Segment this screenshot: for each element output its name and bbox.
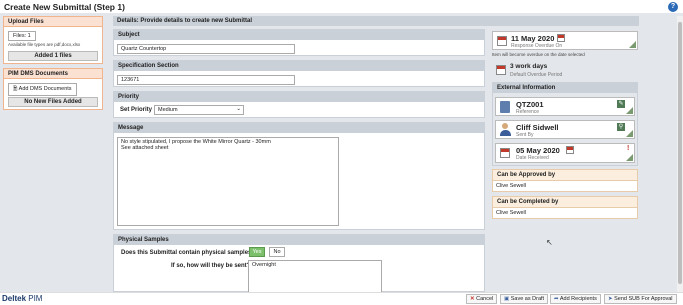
how-sent-textarea[interactable]: Overnight bbox=[248, 260, 382, 293]
date-received-card: 05 May 2020 Date Received ! bbox=[495, 143, 635, 163]
reference-icon bbox=[500, 101, 510, 113]
priority-value: Medium bbox=[158, 107, 178, 113]
chevron-down-icon: ⌄ bbox=[236, 106, 241, 112]
warning-icon: ! bbox=[627, 145, 630, 152]
completed-by-panel: Can be Completed by Clive Sewell bbox=[492, 196, 638, 219]
specification-section: Specification Section 123671 bbox=[113, 60, 485, 87]
no-new-files-button[interactable]: No New Files Added bbox=[8, 97, 98, 107]
date-received-label: Date Received bbox=[516, 155, 549, 161]
how-sent-label: If so, how will they be sent? bbox=[171, 263, 251, 269]
date-picker-icon[interactable] bbox=[557, 34, 565, 42]
search-icon[interactable]: ⚲ bbox=[617, 123, 625, 131]
physical-samples-label: Physical Samples bbox=[114, 235, 484, 245]
message-textarea[interactable]: No style stipulated, I propose the White… bbox=[117, 137, 339, 226]
message-section: Message No style stipulated, I propose t… bbox=[113, 122, 485, 230]
reference-card: QTZ001 Reference ✎ bbox=[495, 97, 635, 116]
overdue-period-value: 3 work days bbox=[510, 63, 548, 70]
subject-input[interactable]: Quartz Countertop bbox=[117, 44, 295, 54]
window-title: Create New Submittal (Step 1) bbox=[4, 2, 125, 12]
brand-logo: Deltek PIM bbox=[2, 294, 42, 303]
cancel-label: Cancel bbox=[476, 296, 494, 302]
corner-marker-icon bbox=[626, 154, 633, 161]
completed-by-header: Can be Completed by bbox=[493, 197, 637, 208]
help-icon[interactable]: ? bbox=[668, 2, 678, 12]
corner-marker-icon bbox=[626, 130, 633, 137]
response-label: Response Overdue On bbox=[511, 43, 563, 49]
date-received-value: 05 May 2020 bbox=[516, 146, 560, 155]
yes-button[interactable]: Yes bbox=[249, 247, 265, 257]
specification-label: Specification Section bbox=[114, 61, 484, 71]
set-priority-label: Set Priority bbox=[120, 107, 153, 113]
specification-input[interactable]: 123671 bbox=[117, 75, 295, 85]
approved-by-panel: Can be Approved by Clive Sewell bbox=[492, 169, 638, 192]
added-files-button[interactable]: Added 1 files bbox=[8, 51, 98, 61]
add-dms-documents-label: Add DMS Documents bbox=[18, 86, 72, 92]
priority-section: Priority Set Priority Medium ⌄ bbox=[113, 91, 485, 118]
add-recipients-button[interactable]: ➦ Add Recipients bbox=[550, 294, 601, 304]
priority-select[interactable]: Medium ⌄ bbox=[154, 105, 244, 115]
brand-name: Deltek bbox=[2, 294, 27, 303]
physical-samples-question: Does this Submittal contain physical sam… bbox=[121, 250, 256, 256]
scrollbar-thumb[interactable] bbox=[678, 22, 682, 284]
person-icon bbox=[500, 123, 511, 137]
file-types-hint: Available file types are pdf,docx,xlsx bbox=[8, 42, 81, 47]
files-button[interactable]: Files: 1 bbox=[8, 31, 36, 41]
external-info-panel: External Information QTZ001 Reference ✎ … bbox=[492, 82, 638, 166]
response-date: 11 May 2020 bbox=[511, 34, 555, 43]
overdue-period-label: Default Overdue Period bbox=[510, 72, 563, 78]
message-line-2: See attached sheet bbox=[121, 145, 169, 151]
calendar-icon bbox=[496, 65, 506, 75]
close-icon: ✕ bbox=[470, 296, 475, 302]
calendar-icon bbox=[500, 148, 510, 158]
overdue-note: Item will become overdue on the date sel… bbox=[492, 52, 585, 57]
pim-dms-panel: PIM DMS Documents 🗎 Add DMS Documents No… bbox=[3, 68, 103, 110]
add-dms-documents-button[interactable]: 🗎 Add DMS Documents bbox=[8, 83, 77, 96]
save-draft-label: Save as Draft bbox=[510, 296, 545, 302]
cancel-button[interactable]: ✕ Cancel bbox=[466, 294, 498, 304]
edit-icon[interactable]: ✎ bbox=[617, 100, 625, 108]
sent-by-value: Cliff Sidwell bbox=[516, 123, 559, 132]
add-recipients-icon: ➦ bbox=[554, 296, 559, 302]
reference-value: QTZ001 bbox=[516, 100, 544, 109]
upload-files-header: Upload Files bbox=[4, 17, 102, 27]
sent-by-card: Cliff Sidwell Sent By ⚲ bbox=[495, 120, 635, 139]
corner-marker-icon bbox=[629, 41, 636, 48]
approved-by-header: Can be Approved by bbox=[493, 170, 637, 181]
send-label: Send SUB For Approval bbox=[614, 296, 673, 302]
add-recipients-label: Add Recipients bbox=[559, 296, 597, 302]
response-overdue-card: 11 May 2020 Response Overdue On bbox=[492, 31, 638, 50]
save-icon: ▣ bbox=[504, 296, 510, 302]
save-draft-button[interactable]: ▣ Save as Draft bbox=[500, 294, 549, 304]
sent-by-label: Sent By bbox=[516, 132, 534, 138]
send-for-approval-button[interactable]: ➤ Send SUB For Approval bbox=[604, 294, 677, 304]
corner-marker-icon bbox=[626, 107, 633, 114]
date-picker-icon[interactable] bbox=[566, 146, 574, 154]
upload-files-panel: Upload Files Files: 1 Available file typ… bbox=[3, 16, 103, 64]
external-info-header: External Information bbox=[493, 83, 637, 93]
no-button[interactable]: No bbox=[269, 247, 285, 257]
message-label: Message bbox=[114, 123, 484, 133]
subject-label: Subject bbox=[114, 30, 484, 40]
completed-by-value[interactable]: Clive Sewell bbox=[493, 208, 637, 218]
reference-label: Reference bbox=[516, 109, 540, 115]
add-document-icon: 🗎 bbox=[13, 86, 18, 92]
cursor-icon: ↖ bbox=[546, 238, 553, 247]
send-icon: ➤ bbox=[608, 296, 613, 302]
subject-section: Subject Quartz Countertop bbox=[113, 29, 485, 56]
pim-dms-header: PIM DMS Documents bbox=[4, 69, 102, 79]
physical-samples-section: Physical Samples Does this Submittal con… bbox=[113, 234, 485, 293]
priority-label: Priority bbox=[114, 92, 484, 102]
details-header: Details: Provide details to create new S… bbox=[113, 16, 639, 26]
approved-by-value[interactable]: Clive Sewell bbox=[493, 181, 637, 191]
brand-suffix: PIM bbox=[28, 294, 43, 303]
calendar-icon bbox=[497, 36, 507, 46]
